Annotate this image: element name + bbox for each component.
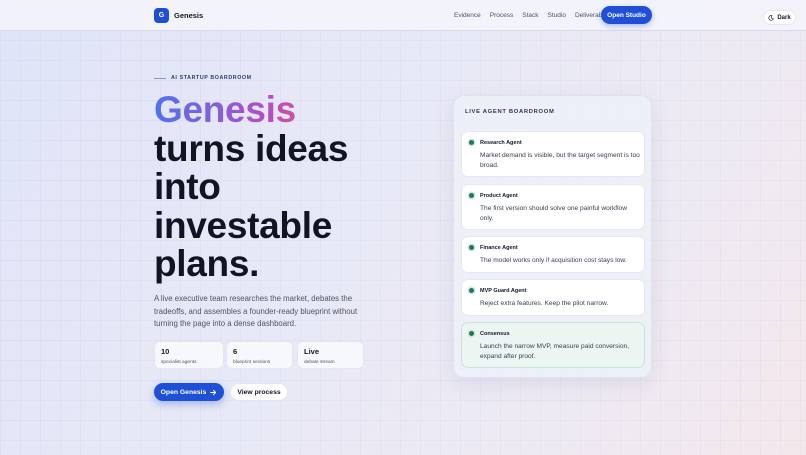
- stat-card-agents: 10 specialist agents: [154, 341, 224, 369]
- agent-name: Product Agent: [480, 193, 518, 199]
- hero-description: A live executive team researches the mar…: [154, 294, 358, 329]
- open-studio-button[interactable]: Open Studio: [601, 6, 652, 24]
- agent-name: Research Agent: [480, 140, 522, 146]
- hero-title-line-3: investable: [154, 204, 332, 246]
- moon-icon: [768, 14, 775, 21]
- logo-icon[interactable]: G: [154, 8, 169, 23]
- status-dot-icon: [469, 140, 474, 145]
- nav-link-evidence[interactable]: Evidence: [454, 12, 481, 19]
- agent-message: The model works only if acquisition cost…: [480, 257, 627, 264]
- stat-label: debate stream: [304, 360, 335, 365]
- eyebrow-text: AI STARTUP BOARDROOM: [171, 75, 252, 81]
- eyebrow-divider: [154, 77, 166, 79]
- agent-message: The first version should solve one painf…: [480, 205, 627, 222]
- agent-card-product: Product Agent The first version should s…: [461, 184, 645, 230]
- consensus-card: Consensus Launch the narrow MVP, measure…: [461, 322, 645, 368]
- hero-title-highlight: Genesis: [154, 90, 404, 130]
- top-navigation: G Genesis Evidence Process Stack Studio …: [0, 0, 806, 31]
- stat-label: blueprint sections: [233, 360, 271, 365]
- stat-card-stream: Live debate stream: [297, 341, 364, 369]
- agent-card-research: Research Agent Market demand is visible,…: [461, 131, 645, 177]
- hero-title-line-1: turns ideas: [154, 127, 349, 169]
- status-dot-icon: [469, 193, 474, 198]
- arrow-right-icon: [210, 389, 217, 395]
- agent-message: Market demand is visible, but the target…: [480, 152, 640, 169]
- agent-message: Launch the narrow MVP, measure paid conv…: [480, 343, 630, 360]
- nav-link-stack[interactable]: Stack: [522, 12, 538, 19]
- status-dot-icon: [469, 331, 474, 336]
- stat-card-sections: 6 blueprint sections: [226, 341, 293, 369]
- agent-boardroom-panel: LIVE AGENT BOARDROOM Research Agent Mark…: [453, 95, 652, 378]
- open-genesis-button[interactable]: Open Genesis: [154, 383, 224, 401]
- panel-title: LIVE AGENT BOARDROOM: [465, 109, 555, 115]
- stat-value: 6: [233, 347, 238, 356]
- agent-card-finance: Finance Agent The model works only if ac…: [461, 236, 645, 273]
- agent-name: Finance Agent: [480, 245, 518, 251]
- hero-title-line-4: plans.: [154, 243, 260, 284]
- hero-title: Genesis turns ideas into investable plan…: [154, 90, 404, 284]
- agent-message: Reject extra features. Keep the pilot na…: [480, 300, 609, 307]
- open-genesis-label: Open Genesis: [160, 388, 207, 396]
- nav-links: Evidence Process Stack Studio Deliverabl…: [454, 12, 611, 19]
- theme-toggle-label: Dark: [777, 14, 791, 21]
- stat-label: specialist agents: [161, 360, 197, 365]
- hero-title-line-2: into: [154, 166, 221, 207]
- theme-toggle-button[interactable]: Dark: [763, 10, 796, 25]
- agent-card-mvp-guard: MVP Guard Agent Reject extra features. K…: [461, 279, 645, 316]
- status-dot-icon: [469, 245, 474, 250]
- nav-link-studio[interactable]: Studio: [548, 12, 566, 19]
- nav-link-process[interactable]: Process: [490, 12, 513, 19]
- brand-name[interactable]: Genesis: [174, 11, 203, 20]
- hero-eyebrow: AI STARTUP BOARDROOM: [154, 75, 252, 81]
- stat-value: 10: [161, 347, 170, 356]
- agent-name: MVP Guard Agent: [480, 288, 527, 294]
- stat-value: Live: [304, 347, 320, 356]
- status-dot-icon: [469, 288, 474, 293]
- agent-name: Consensus: [480, 331, 510, 337]
- view-process-button[interactable]: View process: [230, 383, 288, 401]
